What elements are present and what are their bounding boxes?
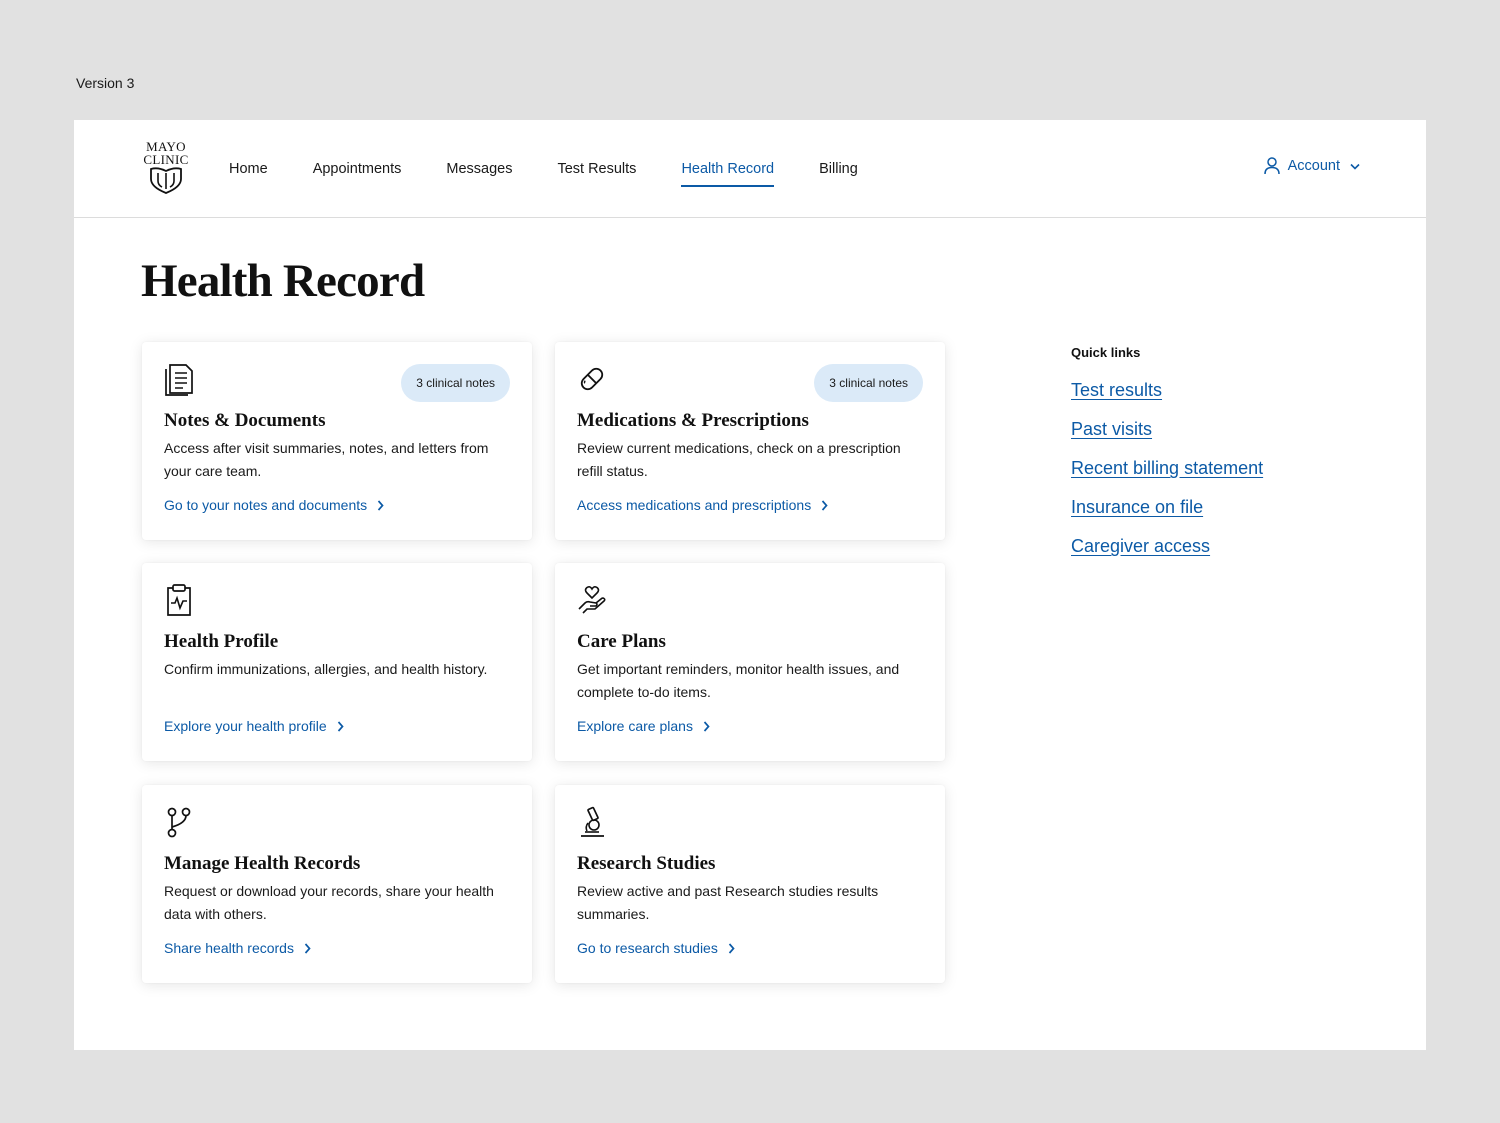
top-navigation: MAYO CLINIC Home Appointments Messages T… bbox=[74, 120, 1426, 218]
quick-link-test-results[interactable]: Test results bbox=[1071, 380, 1263, 401]
share-records-link[interactable]: Share health records bbox=[164, 940, 311, 956]
card-title: Research Studies bbox=[577, 853, 716, 874]
clinical-notes-badge: 3 clinical notes bbox=[401, 364, 510, 402]
link-label: Access medications and prescriptions bbox=[577, 497, 812, 513]
shield-logo-icon bbox=[150, 167, 182, 194]
health-profile-link[interactable]: Explore your health profile bbox=[164, 718, 344, 734]
card-description: Review current medications, check on a p… bbox=[577, 440, 901, 479]
card-medications-prescriptions: 3 clinical notes Medications & Prescript… bbox=[555, 342, 945, 540]
card-description: Review active and past Research studies … bbox=[577, 883, 879, 922]
mayo-clinic-logo[interactable]: MAYO CLINIC bbox=[140, 140, 192, 198]
microscope-icon bbox=[581, 806, 604, 837]
account-label: Account bbox=[1287, 158, 1340, 174]
pill-icon bbox=[580, 367, 604, 391]
logo-text-line2: CLINIC bbox=[143, 152, 189, 167]
card-title: Manage Health Records bbox=[164, 853, 361, 874]
clipboard-pulse-icon bbox=[167, 584, 191, 616]
chevron-right-icon bbox=[822, 499, 828, 511]
card-description: Confirm immunizations, allergies, and he… bbox=[164, 661, 488, 677]
link-label: Share health records bbox=[164, 940, 294, 956]
chevron-right-icon bbox=[377, 499, 384, 511]
version-label: Version 3 bbox=[76, 75, 135, 91]
card-title: Notes & Documents bbox=[164, 410, 326, 431]
research-studies-link[interactable]: Go to research studies bbox=[577, 940, 735, 956]
card-title: Medications & Prescriptions bbox=[577, 410, 809, 431]
quick-links-panel: Quick links Test results Past visits Rec… bbox=[1071, 345, 1263, 575]
chevron-right-icon bbox=[304, 942, 311, 954]
nav-billing[interactable]: Billing bbox=[819, 120, 858, 218]
nav-messages[interactable]: Messages bbox=[446, 120, 512, 218]
main-nav: Home Appointments Messages Test Results … bbox=[229, 120, 903, 218]
notes-documents-link[interactable]: Go to your notes and documents bbox=[164, 497, 384, 513]
user-icon bbox=[1263, 157, 1280, 175]
nav-appointments[interactable]: Appointments bbox=[313, 120, 402, 218]
quick-link-past-visits[interactable]: Past visits bbox=[1071, 419, 1263, 440]
nav-home[interactable]: Home bbox=[229, 120, 268, 218]
chevron-right-icon bbox=[337, 720, 344, 732]
share-branch-icon bbox=[167, 807, 191, 838]
app-frame: MAYO CLINIC Home Appointments Messages T… bbox=[74, 120, 1426, 1050]
card-manage-health-records: Manage Health Records Request or downloa… bbox=[142, 785, 532, 983]
card-health-profile: Health Profile Confirm immunizations, al… bbox=[142, 563, 532, 761]
quick-link-caregiver-access[interactable]: Caregiver access bbox=[1071, 536, 1263, 557]
link-label: Explore your health profile bbox=[164, 718, 327, 734]
link-label: Go to your notes and documents bbox=[164, 497, 368, 513]
account-menu-button[interactable]: Account bbox=[1263, 157, 1360, 175]
document-icon bbox=[165, 364, 193, 396]
card-description: Get important reminders, monitor health … bbox=[577, 661, 900, 700]
quick-links-heading: Quick links bbox=[1071, 345, 1141, 360]
clinical-notes-badge: 3 clinical notes bbox=[814, 364, 923, 402]
card-care-plans: Care Plans Get important reminders, moni… bbox=[555, 563, 945, 761]
card-research-studies: Research Studies Review active and past … bbox=[555, 785, 945, 983]
card-notes-documents: 3 clinical notes Notes & Documents Acces… bbox=[142, 342, 532, 540]
link-label: Explore care plans bbox=[577, 718, 693, 734]
link-label: Go to research studies bbox=[577, 940, 718, 956]
medications-link[interactable]: Access medications and prescriptions bbox=[577, 497, 828, 513]
quick-link-billing-statement[interactable]: Recent billing statement bbox=[1071, 458, 1263, 479]
card-description: Request or download your records, share … bbox=[164, 883, 494, 922]
card-description: Access after visit summaries, notes, and… bbox=[164, 440, 489, 479]
nav-health-record[interactable]: Health Record bbox=[681, 120, 774, 218]
chevron-right-icon bbox=[728, 942, 735, 954]
card-title: Health Profile bbox=[164, 631, 279, 652]
heart-hand-icon bbox=[578, 585, 606, 614]
page-title: Health Record bbox=[141, 255, 425, 307]
chevron-down-icon bbox=[1350, 163, 1360, 170]
quick-link-insurance[interactable]: Insurance on file bbox=[1071, 497, 1263, 518]
card-title: Care Plans bbox=[577, 631, 666, 652]
care-plans-link[interactable]: Explore care plans bbox=[577, 718, 710, 734]
chevron-right-icon bbox=[703, 720, 710, 732]
nav-test-results[interactable]: Test Results bbox=[557, 120, 636, 218]
